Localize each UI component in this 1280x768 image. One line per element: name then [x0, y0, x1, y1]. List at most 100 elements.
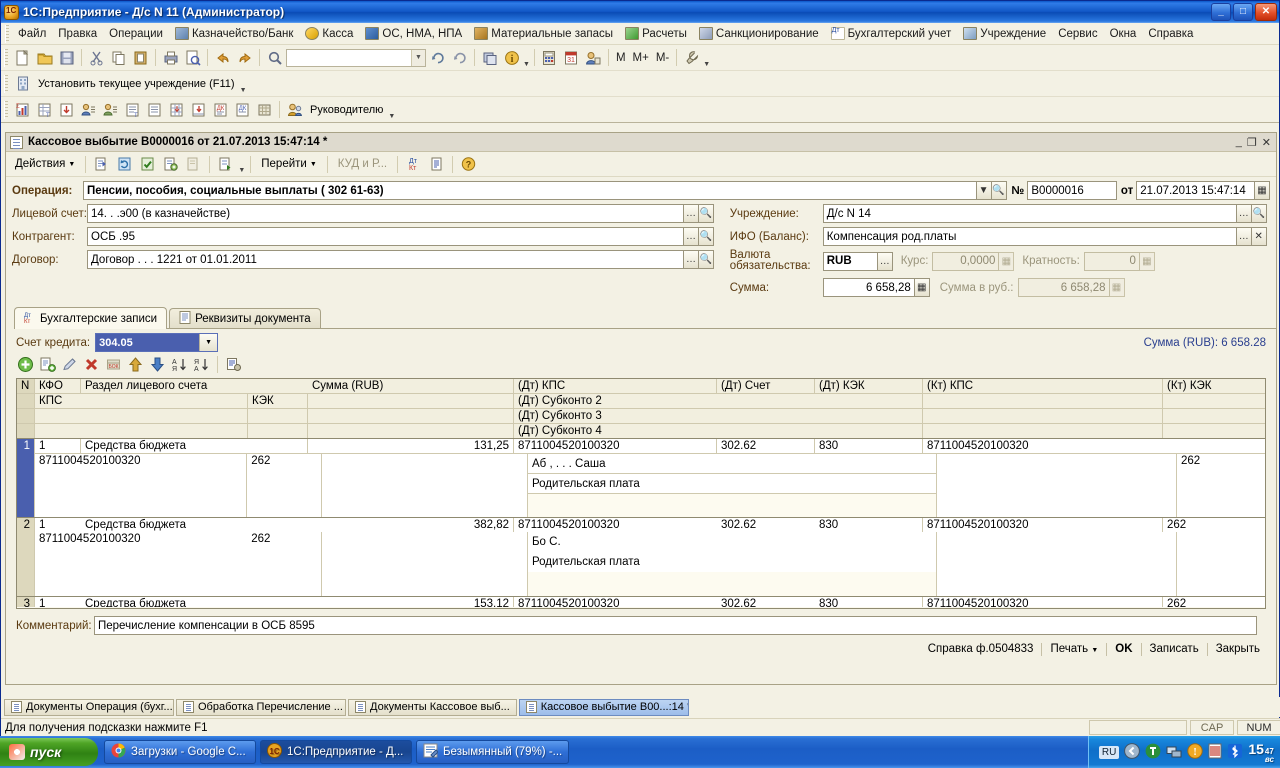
- cell-kps[interactable]: 8711004520100320: [35, 454, 248, 517]
- cell-dt-kps[interactable]: 8711004520100320: [514, 518, 717, 532]
- table-row[interactable]: 1 1 Средства бюджета 131,25 871100452010…: [17, 439, 1265, 518]
- account-card-icon[interactable]: [56, 99, 77, 120]
- cell-dt-schet[interactable]: 302.62: [717, 597, 815, 607]
- menu-help[interactable]: Справка: [1142, 26, 1199, 42]
- cell-summa[interactable]: 382,82: [308, 518, 514, 532]
- manager-dropdown-icon[interactable]: ▼: [388, 113, 395, 122]
- cell-kt-kek[interactable]: 262: [1177, 454, 1265, 517]
- institution-dropdown-icon[interactable]: ▼: [240, 87, 247, 96]
- header-kfo[interactable]: КФО: [35, 379, 81, 393]
- cell-kt-kek[interactable]: 262: [1163, 518, 1264, 532]
- barcode-icon[interactable]: [1208, 743, 1222, 762]
- minimize-button[interactable]: _: [1211, 3, 1231, 21]
- cut-icon[interactable]: [86, 47, 107, 68]
- menu-sanctioning[interactable]: Санкционирование: [693, 25, 825, 42]
- number-field[interactable]: B0000016: [1027, 181, 1117, 200]
- table-row[interactable]: 2 1 Средства бюджета 382,82 871100452010…: [17, 518, 1265, 597]
- header-summa[interactable]: Сумма (RUB): [308, 379, 514, 393]
- menu-service[interactable]: Сервис: [1052, 26, 1103, 42]
- accounting-entries-icon[interactable]: Дт Кт: [403, 154, 424, 175]
- delete-row-icon[interactable]: [82, 355, 101, 374]
- edit-row-icon[interactable]: [60, 355, 79, 374]
- tab-document-attributes[interactable]: Реквизиты документа: [169, 308, 321, 328]
- sum-calculator-button[interactable]: ▦: [914, 278, 930, 297]
- menu-grip[interactable]: [5, 24, 9, 43]
- general-ledger-icon[interactable]: [144, 99, 165, 120]
- cell-dt-subconto3[interactable]: Родительская плата: [528, 552, 936, 572]
- cell-kfo[interactable]: 1: [35, 597, 81, 607]
- network-icon[interactable]: [1166, 743, 1182, 762]
- personal-account-field[interactable]: 14. . .э00 (в казначействе): [87, 204, 684, 223]
- sort-asc-icon[interactable]: АЯ: [170, 355, 189, 374]
- menu-cash[interactable]: Касса: [299, 25, 359, 42]
- delete-direct-icon[interactable]: БОК: [104, 355, 123, 374]
- header-kt-kek[interactable]: (Кт) КЭК: [1163, 379, 1264, 393]
- menu-windows[interactable]: Окна: [1104, 26, 1143, 42]
- currency-field[interactable]: RUB: [822, 251, 878, 271]
- maximize-button[interactable]: □: [1233, 3, 1253, 21]
- cell-kps[interactable]: 8711004520100320: [35, 532, 247, 596]
- row-number[interactable]: 2: [17, 518, 35, 596]
- cell-dt-subconto4[interactable]: [528, 494, 936, 517]
- window-tab-processing-transfer[interactable]: Обработка Перечисление ...: [176, 698, 346, 716]
- new-document-icon[interactable]: [12, 47, 33, 68]
- cell-kt-kek[interactable]: 262: [1163, 597, 1264, 607]
- comment-field[interactable]: Перечисление компенсации в ОСБ 8595: [94, 616, 1257, 635]
- institution-icon[interactable]: [12, 73, 33, 94]
- accounting-entries-grid[interactable]: N КФО Раздел лицевого счета Сумма (RUB) …: [16, 378, 1266, 609]
- document-minimize-button[interactable]: _: [1236, 136, 1242, 149]
- calculator-icon[interactable]: [539, 47, 560, 68]
- ifo-field[interactable]: Компенсация род.платы: [822, 227, 1237, 246]
- cell-kt-kps[interactable]: 8711004520100320: [923, 597, 1163, 607]
- counterparty-select-button[interactable]: …: [684, 227, 699, 246]
- taskbar-item-editor[interactable]: Безымянный (79%) -...: [416, 740, 570, 764]
- close-button[interactable]: Закрыть: [1208, 642, 1268, 656]
- tab-accounting-entries[interactable]: Дт Кт Бухгалтерские записи: [14, 307, 168, 329]
- toolbar-grip[interactable]: [4, 100, 8, 119]
- repost-icon[interactable]: [114, 154, 135, 175]
- personal-account-open-button[interactable]: 🔍: [699, 204, 714, 223]
- memory-mplus-button[interactable]: M+: [630, 52, 652, 64]
- institution-select-button[interactable]: …: [1236, 204, 1252, 223]
- chess-sheet-icon[interactable]: [166, 99, 187, 120]
- header-dt-kps[interactable]: (Дт) КПС: [514, 379, 717, 393]
- cell-dt-kps[interactable]: 8711004520100320: [514, 597, 717, 607]
- actions-menu-button[interactable]: Действия ▼: [10, 156, 80, 172]
- report-grid-icon[interactable]: [254, 99, 275, 120]
- contract-select-button[interactable]: …: [684, 250, 699, 269]
- currency-select-button[interactable]: …: [877, 251, 893, 271]
- print-icon[interactable]: [160, 47, 181, 68]
- account-analysis-icon[interactable]: [188, 99, 209, 120]
- cell-dt-subconto2[interactable]: Бо С.: [528, 532, 936, 552]
- dk-card-icon[interactable]: ДК: [232, 99, 253, 120]
- menu-accounting[interactable]: Бухгалтерский учет: [825, 25, 958, 42]
- move-down-icon[interactable]: [148, 355, 167, 374]
- row-number[interactable]: 1: [17, 439, 35, 517]
- menu-materials[interactable]: Материальные запасы: [468, 25, 619, 42]
- window-tab-operation-documents[interactable]: Документы Операция (бухг...: [4, 698, 174, 716]
- operation-field[interactable]: Пенсии, пособия, социальные выплаты ( 30…: [83, 181, 977, 200]
- menu-assets[interactable]: ОС, НМА, НПА: [359, 25, 468, 42]
- back-arrow-icon[interactable]: [1124, 742, 1141, 762]
- help-form-button[interactable]: Справка ф.0504833: [920, 642, 1042, 656]
- menu-treasury-bank[interactable]: Казначейство/Банк: [169, 25, 299, 42]
- info-dropdown-icon[interactable]: ▼: [523, 61, 530, 70]
- cell-kt-kps[interactable]: 8711004520100320: [923, 439, 1163, 453]
- cell-dt-kek[interactable]: 830: [815, 597, 923, 607]
- counterparty-open-button[interactable]: 🔍: [699, 227, 714, 246]
- cell-dt-subconto3[interactable]: Родительская плата: [528, 474, 936, 494]
- cell-summa[interactable]: 131,25: [308, 439, 514, 453]
- save-button[interactable]: Записать: [1142, 642, 1207, 656]
- info-icon[interactable]: i: [501, 47, 522, 68]
- redo-icon[interactable]: [234, 47, 255, 68]
- header-kt-kps[interactable]: (Кт) КПС: [923, 379, 1163, 393]
- taskbar-clock[interactable]: 15 47 вс: [1248, 741, 1274, 764]
- post-icon[interactable]: [137, 154, 158, 175]
- cell-razdel[interactable]: Средства бюджета: [81, 597, 308, 607]
- print-preview-icon[interactable]: [182, 47, 203, 68]
- document-close-button[interactable]: ✕: [1262, 136, 1271, 149]
- menu-institution[interactable]: Учреждение: [957, 25, 1052, 42]
- sort-desc-icon[interactable]: ЯА: [192, 355, 211, 374]
- menu-file[interactable]: Файл: [12, 26, 52, 42]
- settings-dropdown-icon[interactable]: ▼: [703, 61, 710, 70]
